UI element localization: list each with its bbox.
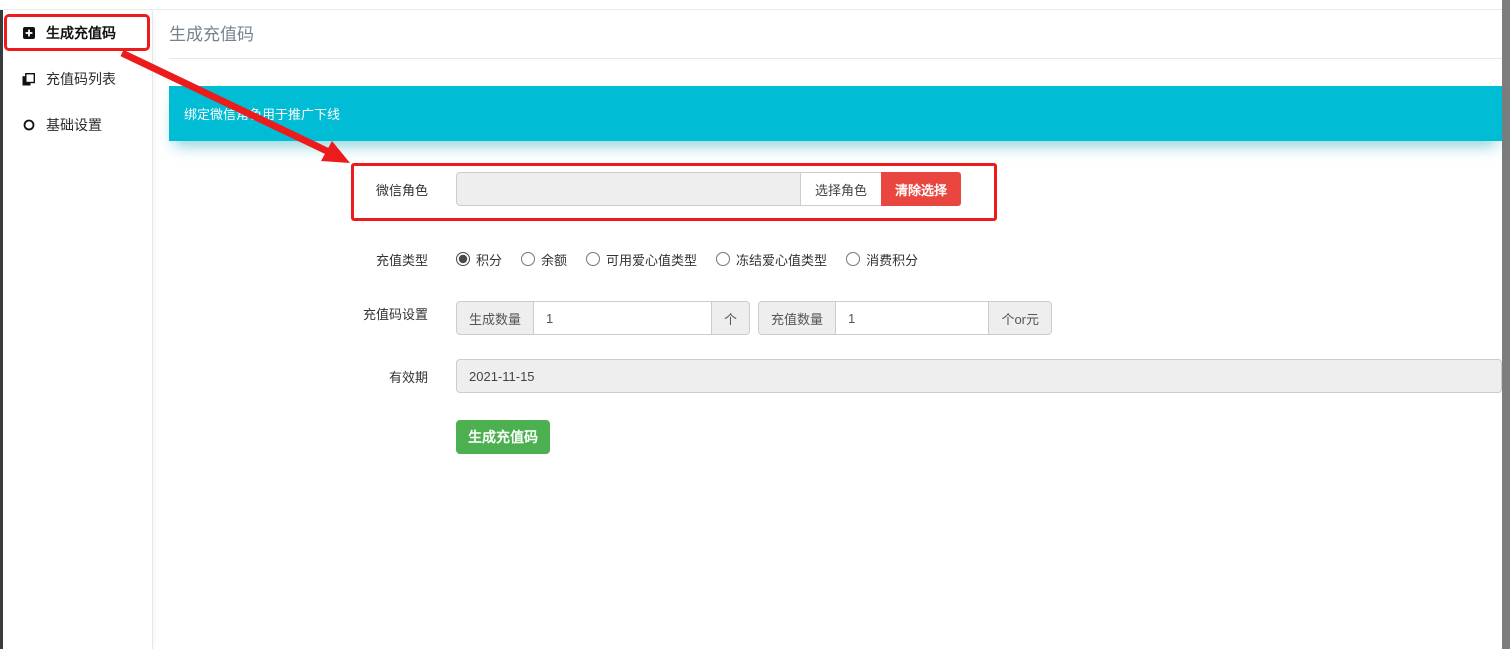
banner-text: 绑定微信角色用于推广下线 [184,104,340,123]
validity-date-input[interactable] [456,359,1502,393]
recharge-amount-group: 充值数量 个or元 [758,301,1052,335]
recharge-type-label: 充值类型 [169,250,456,269]
wechat-role-label: 微信角色 [169,180,456,199]
main-content: 生成充值码 绑定微信角色用于推广下线 微信角色 选择角色 清除选择 充值类型 积… [153,10,1502,649]
radio-available-love-value[interactable] [586,252,600,266]
generate-count-group: 生成数量 个 [456,301,750,335]
submit-field-area: 生成充值码 [456,420,1502,454]
generate-code-button[interactable]: 生成充值码 [456,420,550,454]
wechat-role-banner: 绑定微信角色用于推广下线 [169,86,1502,141]
circle-icon [22,119,35,131]
recharge-type-options: 积分 余额 可用爱心值类型 冻结爱心值类型 消费积分 [456,250,1502,269]
window-top-edge [0,0,1502,10]
radio-option-points[interactable]: 积分 [456,250,502,269]
generate-count-input[interactable] [533,301,712,335]
radio-option-consumption-points[interactable]: 消费积分 [846,250,918,269]
validity-label: 有效期 [169,367,456,386]
radio-label: 积分 [476,250,502,269]
select-role-button[interactable]: 选择角色 [800,172,882,206]
generate-count-addon: 生成数量 [456,301,534,335]
code-settings-label: 充值码设置 [169,304,456,323]
code-settings-row: 充值码设置 生成数量 个 充值数量 个or元 [169,301,1502,335]
validity-row: 有效期 [169,359,1502,393]
wechat-role-field-area: 选择角色 清除选择 [456,172,1502,206]
recharge-type-row: 充值类型 积分 余额 可用爱心值类型 冻结爱心值类型 消费积分 [169,250,1502,268]
radio-balance[interactable] [521,252,535,266]
sidebar-item-label: 基础设置 [46,115,102,135]
recharge-amount-unit: 个or元 [988,301,1052,335]
sidebar-item-generate-code[interactable]: 生成充值码 [3,16,152,50]
title-divider [169,58,1502,59]
radio-label: 冻结爱心值类型 [736,250,827,269]
radio-label: 消费积分 [866,250,918,269]
generate-count-unit: 个 [711,301,750,335]
radio-label: 可用爱心值类型 [606,250,697,269]
radio-label: 余额 [541,250,567,269]
radio-option-available-love-value[interactable]: 可用爱心值类型 [586,250,697,269]
recharge-amount-addon: 充值数量 [758,301,836,335]
sidebar-item-label: 充值码列表 [46,69,116,89]
vertical-scrollbar[interactable] [1502,0,1510,649]
sidebar-item-code-list[interactable]: 充值码列表 [3,62,152,96]
sidebar-item-basic-settings[interactable]: 基础设置 [3,108,152,142]
validity-field-area [456,359,1502,393]
copy-icon [22,73,35,86]
submit-row: 生成充值码 [169,420,1502,454]
code-settings-fields: 生成数量 个 充值数量 个or元 [456,301,1502,335]
radio-frozen-love-value[interactable] [716,252,730,266]
radio-consumption-points[interactable] [846,252,860,266]
radio-points[interactable] [456,252,470,266]
radio-option-balance[interactable]: 余额 [521,250,567,269]
recharge-amount-input[interactable] [835,301,989,335]
sidebar: 生成充值码 充值码列表 基础设置 [3,11,153,649]
plus-square-icon [22,27,35,39]
wechat-role-row: 微信角色 选择角色 清除选择 [169,172,1502,206]
wechat-role-input[interactable] [456,172,801,206]
page-title: 生成充值码 [169,22,1502,48]
radio-option-frozen-love-value[interactable]: 冻结爱心值类型 [716,250,827,269]
clear-selection-button[interactable]: 清除选择 [881,172,961,206]
sidebar-item-label: 生成充值码 [46,23,116,43]
